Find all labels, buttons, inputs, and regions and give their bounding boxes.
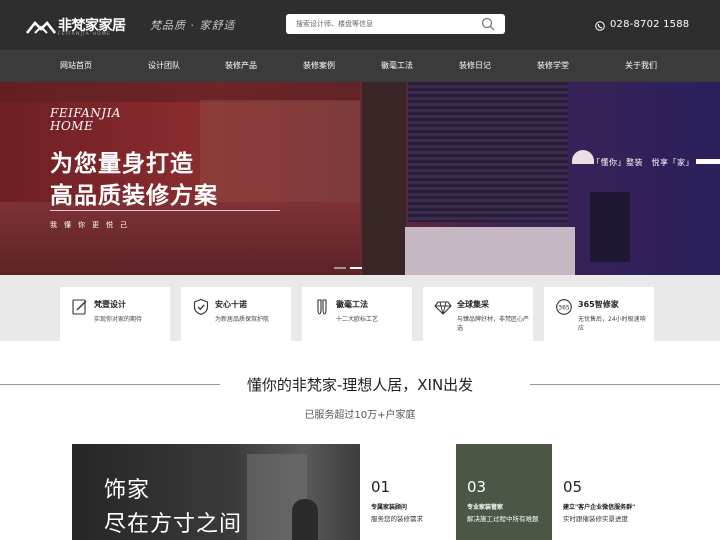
pen-paper-icon	[72, 299, 87, 315]
hero-lamp	[572, 150, 594, 164]
step-desc: 解决施工过程中所有难题	[467, 515, 539, 523]
nav-item-home[interactable]: 网站首页	[50, 50, 102, 82]
hero-shelf	[362, 82, 406, 275]
step-desc: 服务您的装修需求	[371, 515, 423, 523]
hero-wall	[200, 100, 360, 205]
step-title: 专业家装管家	[467, 504, 504, 511]
step-number: 05	[563, 478, 583, 496]
step-number: 03	[467, 478, 487, 496]
hero-side-tab	[696, 159, 720, 164]
banner-title-line1: 饰家	[104, 478, 151, 503]
hero-ceiling	[0, 82, 360, 102]
banner-vase	[292, 499, 318, 540]
nav-item-cases[interactable]: 装修案例	[293, 50, 345, 82]
feature-title: 安心十诺	[215, 300, 247, 309]
brush-icon	[317, 299, 327, 315]
feature-desc: 实现你对家的期待	[94, 316, 143, 323]
carousel-dot-active[interactable]	[350, 267, 362, 269]
nav-item-school[interactable]: 装修学堂	[527, 50, 579, 82]
hero-chair	[590, 192, 630, 262]
phone-number: 028-8702 1588	[610, 19, 690, 30]
hero-tagline: 我懂你更悦己	[50, 221, 134, 229]
feature-desc: 与臻品牌好材，非梵匠心严选	[457, 316, 530, 332]
site-header: 非梵家家居 FEIFANJIA HOME 梵品质 · 家舒适 028-8702 …	[0, 0, 720, 50]
step-title: 专属家装顾问	[371, 504, 408, 511]
banner-title-line2: 尽在方寸之间	[104, 512, 243, 537]
hero-brand-line2: HOME	[50, 119, 94, 133]
slogan: 梵品质 · 家舒适	[150, 19, 236, 32]
search-input[interactable]	[286, 14, 476, 34]
search-icon[interactable]	[481, 17, 495, 31]
feature-card-design[interactable]: 梵壹设计 实现你对家的期待	[60, 287, 170, 341]
feature-title: 全球集采	[457, 300, 489, 309]
nav-item-craft[interactable]: 徽毫工法	[371, 50, 423, 82]
feature-card-craft[interactable]: 徽毫工法 十二大欧标工艺	[302, 287, 412, 341]
step-title: 建立"客户企业微信服务群"	[563, 504, 636, 511]
feature-card-promise[interactable]: 安心十诺 为新居品质保驾护航	[181, 287, 291, 341]
feature-card-global-sourcing[interactable]: 全球集采 与臻品牌好材，非梵匠心严选	[423, 287, 533, 341]
feature-title: 徽毫工法	[336, 300, 368, 309]
phone-icon	[595, 21, 605, 31]
hero-banner[interactable]: FEIFANJIA HOME 为您量身打造 高品质装修方案 我懂你更悦己 「懂你…	[0, 82, 720, 275]
step-card-active[interactable]: 03 专业家装管家 解决施工过程中所有难题	[456, 444, 552, 540]
section-title: 懂你的非梵家-理想人居，XIN出发	[246, 376, 474, 394]
hero-table	[405, 227, 575, 275]
nav-item-design-team[interactable]: 设计团队	[138, 50, 190, 82]
service-365-icon: 365	[556, 299, 572, 315]
logo-mark-icon	[26, 21, 56, 34]
hero-divider	[50, 210, 280, 211]
step-number: 01	[371, 478, 391, 496]
shield-check-icon	[193, 298, 209, 316]
feature-title: 梵壹设计	[94, 300, 126, 309]
logo[interactable]: 非梵家家居 FEIFANJIA HOME	[26, 14, 126, 38]
feature-strip: 梵壹设计 实现你对家的期待 安心十诺 为新居品质保驾护航 徽毫工法 十二大欧标工…	[0, 275, 720, 341]
diamond-icon	[434, 301, 452, 315]
nav-item-diary[interactable]: 装修日记	[449, 50, 501, 82]
carousel-dot[interactable]	[334, 267, 346, 269]
hero-brand: FEIFANJIA HOME	[50, 107, 121, 133]
feature-desc: 无忧售后，24小时极速响应	[578, 316, 646, 332]
hero-floor	[0, 202, 360, 275]
feature-desc: 为新居品质保驾护航	[215, 316, 270, 323]
step-card[interactable]: 05 建立"客户企业微信服务群" 实时跟催装修实景进度	[552, 444, 648, 540]
feature-card-aftersales[interactable]: 365 365智修家 无忧售后，24小时极速响应	[544, 287, 654, 341]
svg-text:365: 365	[558, 305, 570, 312]
nav-item-products[interactable]: 装修产品	[215, 50, 267, 82]
step-desc: 实时跟催装修实景进度	[563, 515, 628, 523]
hero-headline-2: 高品质装修方案	[50, 182, 218, 209]
logo-subtitle: FEIFANJIA HOME	[58, 32, 111, 37]
hero-blinds	[408, 82, 568, 222]
feature-title: 365智修家	[578, 300, 619, 309]
step-card[interactable]: 01 专属家装顾问 服务您的装修需求	[360, 444, 456, 540]
search-box	[286, 14, 505, 34]
phone-contact[interactable]: 028-8702 1588	[595, 19, 689, 33]
hero-headline-1: 为您量身打造	[50, 150, 194, 177]
service-banner[interactable]: 饰家 尽在方寸之间	[72, 444, 360, 540]
main-nav: 网站首页 设计团队 装修产品 装修案例 徽毫工法 装修日记 装修学堂 关于我们	[0, 50, 720, 82]
feature-desc: 十二大欧标工艺	[336, 316, 379, 323]
section-subtitle: 已服务超过10万+户家庭	[304, 410, 416, 421]
hero-side-tag: 「懂你」整装 悦享「家」	[592, 158, 694, 167]
nav-item-about[interactable]: 关于我们	[615, 50, 667, 82]
